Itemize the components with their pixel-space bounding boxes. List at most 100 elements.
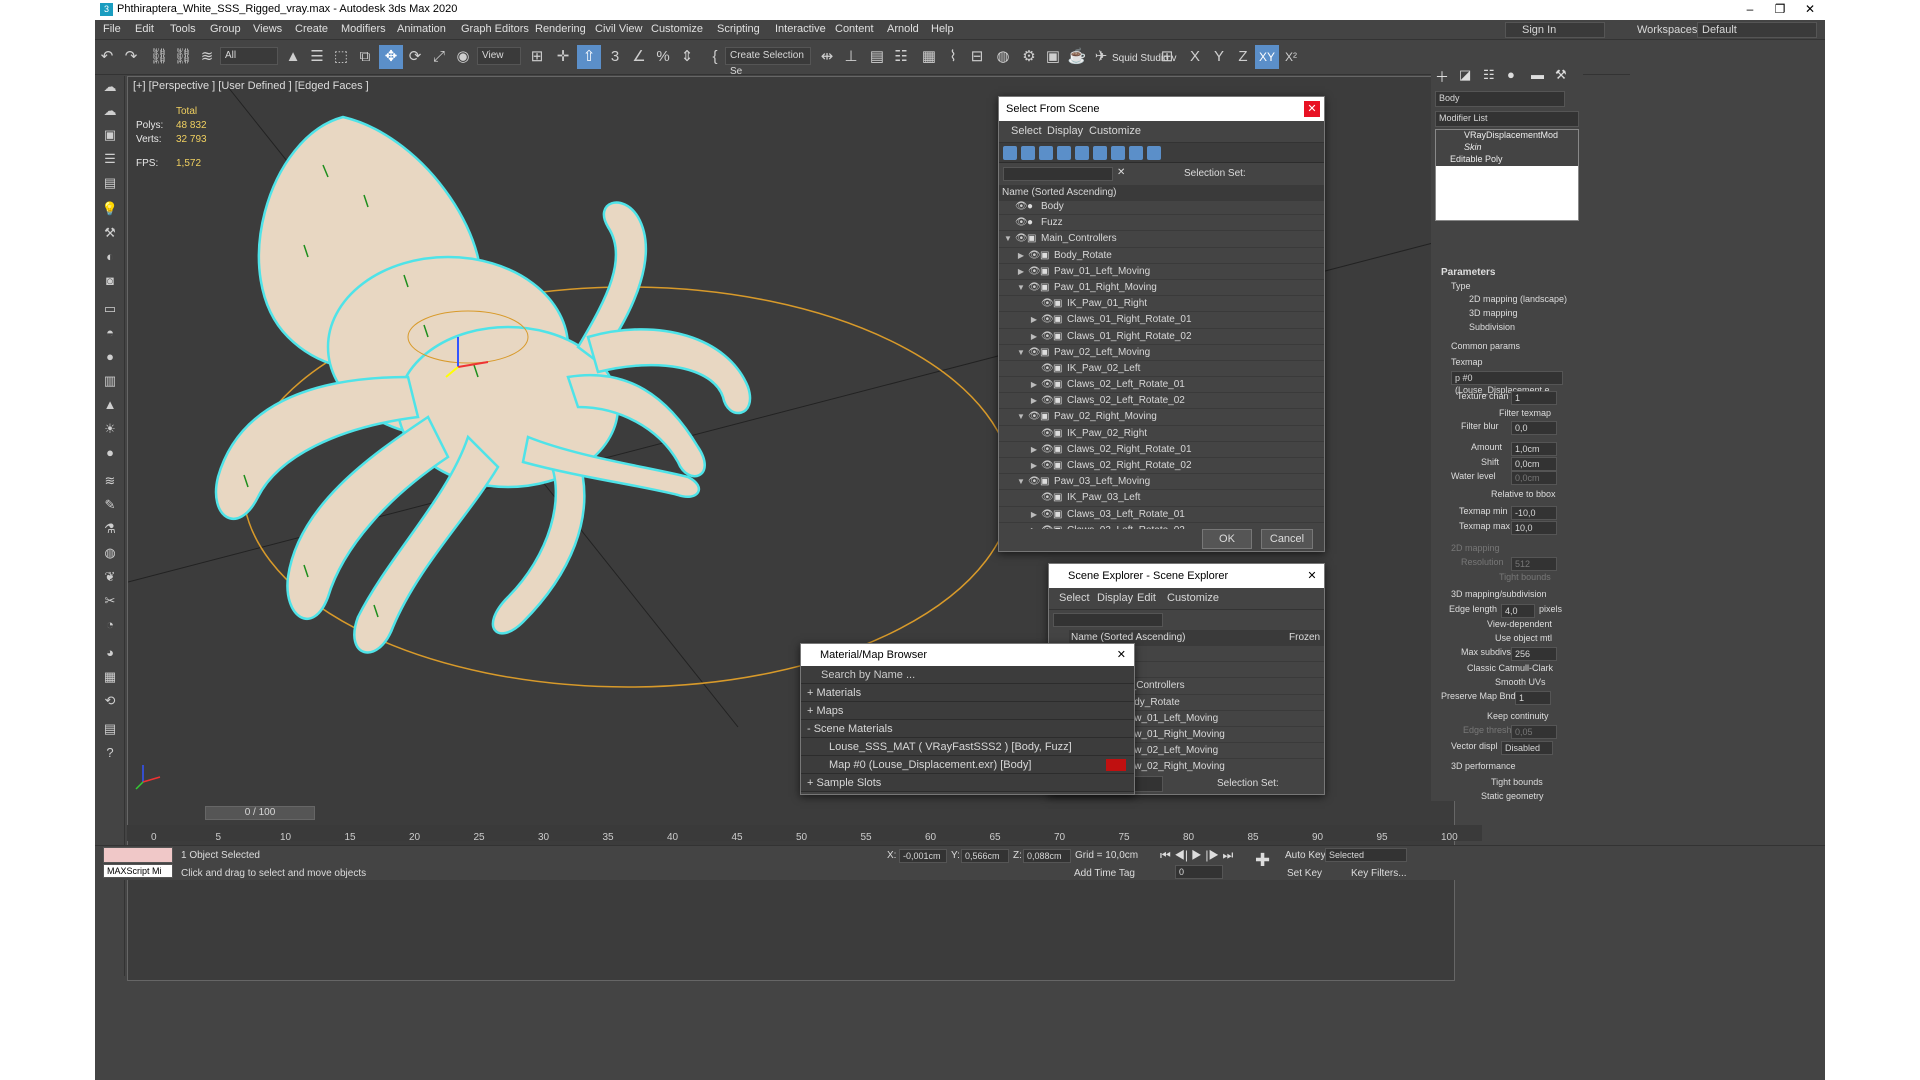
- visibility-eye-icon[interactable]: 👁: [1015, 199, 1028, 215]
- snap-3d-icon[interactable]: 3: [603, 45, 627, 69]
- manipulate-icon[interactable]: ✛: [551, 45, 575, 69]
- close-icon[interactable]: ✕: [1304, 101, 1320, 117]
- visibility-eye-icon[interactable]: 👁: [1041, 393, 1054, 409]
- stack-item-editable-poly[interactable]: Editable Poly: [1436, 154, 1578, 166]
- display-tab-icon[interactable]: ▬: [1531, 67, 1544, 82]
- tree-row[interactable]: ▼ 👁 ▣ Paw_03_Left_Moving: [999, 474, 1324, 491]
- menu-customize[interactable]: Customize: [651, 23, 703, 35]
- visibility-eye-icon[interactable]: 👁: [1028, 409, 1041, 425]
- static-geometry-checkbox[interactable]: Static geometry: [1481, 791, 1544, 801]
- tree-row[interactable]: ▶ 👁 ▣ Claws_02_Left_Rotate_01: [999, 377, 1324, 394]
- minimize-button[interactable]: –: [1735, 2, 1765, 16]
- keyboard-shortcut-icon[interactable]: ⇧: [577, 45, 601, 69]
- utilities-tab-icon[interactable]: ⚒: [1555, 67, 1567, 83]
- edge-thresh-spinner[interactable]: 0,05: [1511, 725, 1557, 739]
- cancel-button[interactable]: Cancel: [1261, 529, 1313, 549]
- expand-arrow-icon[interactable]: ▼: [1016, 474, 1026, 490]
- motion-tab-icon[interactable]: ●: [1507, 67, 1515, 82]
- expand-arrow-icon[interactable]: ▶: [1029, 507, 1039, 523]
- view-dependent-checkbox[interactable]: View-dependent: [1487, 619, 1552, 629]
- expand-arrow-icon[interactable]: ▶: [1029, 442, 1039, 458]
- menu-interactive[interactable]: Interactive: [775, 23, 826, 35]
- disc-icon[interactable]: ●: [99, 442, 121, 464]
- visibility-eye-icon[interactable]: 👁: [1041, 296, 1054, 312]
- menu-display[interactable]: Display: [1047, 125, 1083, 137]
- select-by-name-icon[interactable]: ☰: [305, 45, 329, 69]
- resolution-spinner[interactable]: 512: [1511, 557, 1557, 571]
- reference-coord-dropdown[interactable]: View: [477, 47, 521, 65]
- water-level-spinner[interactable]: 0,0cm: [1511, 471, 1557, 485]
- expand-arrow-icon[interactable]: ▼: [1016, 345, 1026, 361]
- close-icon[interactable]: ✕: [1117, 644, 1126, 666]
- texmap-min-spinner[interactable]: -10,0: [1511, 506, 1557, 520]
- axis-cycle-icon[interactable]: X²: [1279, 45, 1303, 69]
- scene-explorer-icon[interactable]: ▤: [865, 45, 889, 69]
- expand-arrow-icon[interactable]: ▶: [1029, 523, 1039, 529]
- visibility-eye-icon[interactable]: 👁: [1041, 361, 1054, 377]
- visibility-eye-icon[interactable]: 👁: [1041, 458, 1054, 474]
- batch-icon[interactable]: ▤: [99, 718, 121, 740]
- shell-icon[interactable]: ◔: [99, 614, 121, 636]
- stack-item-skin[interactable]: Skin: [1436, 142, 1578, 154]
- explorer-search-input[interactable]: [1053, 613, 1163, 627]
- filter-blur-spinner[interactable]: 0,0: [1511, 421, 1557, 435]
- expand-arrow-icon[interactable]: ▶: [1016, 264, 1026, 280]
- align-icon[interactable]: ⊥: [839, 45, 863, 69]
- undo-icon[interactable]: ↶: [95, 45, 119, 69]
- visibility-eye-icon[interactable]: 👁: [1041, 329, 1054, 345]
- expand-arrow-icon[interactable]: ▼: [1016, 409, 1026, 425]
- menu-select[interactable]: Select: [1059, 592, 1090, 604]
- cloud-icon[interactable]: ☁: [99, 100, 121, 122]
- mirror-icon[interactable]: ⇹: [815, 45, 839, 69]
- scene-icon[interactable]: ▦: [99, 666, 121, 688]
- maps-section[interactable]: + Maps: [801, 702, 1134, 720]
- auto-key-button[interactable]: Auto Key: [1285, 850, 1326, 861]
- fur-icon[interactable]: ≋: [99, 470, 121, 492]
- tree-row[interactable]: ▶ 👁 ▣ Claws_02_Right_Rotate_02: [999, 458, 1324, 475]
- visibility-eye-icon[interactable]: 👁: [1028, 264, 1041, 280]
- percent-snap-icon[interactable]: %: [651, 45, 675, 69]
- axis-y-button[interactable]: Y: [1207, 45, 1231, 69]
- menu-customize[interactable]: Customize: [1089, 125, 1141, 137]
- select-move-icon[interactable]: ✥: [379, 45, 403, 69]
- grid-light-icon[interactable]: ▥: [99, 370, 121, 392]
- visibility-eye-icon[interactable]: 👁: [1028, 280, 1041, 296]
- menu-file[interactable]: File: [103, 23, 121, 35]
- image-icon[interactable]: ▣: [99, 124, 121, 146]
- materials-section[interactable]: + Materials: [801, 684, 1134, 702]
- globe-icon[interactable]: ◍: [99, 542, 121, 564]
- visibility-eye-icon[interactable]: 👁: [1041, 507, 1054, 523]
- squid-icon[interactable]: ✈: [1089, 45, 1113, 69]
- visibility-eye-icon[interactable]: 👁: [1028, 345, 1041, 361]
- sound-icon[interactable]: ◐: [99, 246, 121, 268]
- key-filters-button[interactable]: Key Filters...: [1351, 868, 1407, 879]
- helper-filter-icon[interactable]: [1075, 146, 1089, 160]
- filter-texmap-checkbox[interactable]: Filter texmap: [1499, 408, 1551, 418]
- list-icon[interactable]: ☰: [99, 148, 121, 170]
- expand-arrow-icon[interactable]: ▶: [1029, 393, 1039, 409]
- render-icon[interactable]: ☕: [1065, 45, 1089, 69]
- bone-filter-icon[interactable]: [1147, 146, 1161, 160]
- layer-explorer-icon[interactable]: ☷: [889, 45, 913, 69]
- stack-item-vraydisp[interactable]: VRayDisplacementMod: [1436, 130, 1578, 142]
- frozen-column[interactable]: Frozen: [1289, 632, 1320, 643]
- type-3d[interactable]: 3D mapping: [1469, 308, 1518, 318]
- spinner-snap-icon[interactable]: ⇕: [675, 45, 699, 69]
- expand-arrow-icon[interactable]: ▶: [1029, 329, 1039, 345]
- menu-create[interactable]: Create: [295, 23, 328, 35]
- explorer-name-column[interactable]: Name (Sorted Ascending): [1071, 632, 1186, 643]
- sign-in-dropdown[interactable]: Sign In: [1505, 22, 1605, 38]
- visibility-eye-icon[interactable]: 👁: [1041, 426, 1054, 442]
- link-icon[interactable]: ⛓: [147, 45, 171, 69]
- visibility-eye-icon[interactable]: 👁: [1041, 523, 1054, 529]
- sphere-icon[interactable]: ●: [99, 346, 121, 368]
- material-search-input[interactable]: Search by Name ...: [801, 666, 1134, 684]
- render-setup-icon[interactable]: ⚙: [1017, 45, 1041, 69]
- max-subdivs-spinner[interactable]: 256: [1511, 647, 1557, 661]
- tree-row[interactable]: ▶ 👁 ▣ Claws_01_Right_Rotate_01: [999, 312, 1324, 329]
- create-icon[interactable]: ☁: [99, 76, 121, 98]
- expand-arrow-icon[interactable]: ▶: [1029, 312, 1039, 328]
- axis-xy-button[interactable]: XY: [1255, 45, 1279, 69]
- selection-filter-dropdown[interactable]: All: [220, 47, 278, 65]
- panel-icon[interactable]: ▤: [99, 172, 121, 194]
